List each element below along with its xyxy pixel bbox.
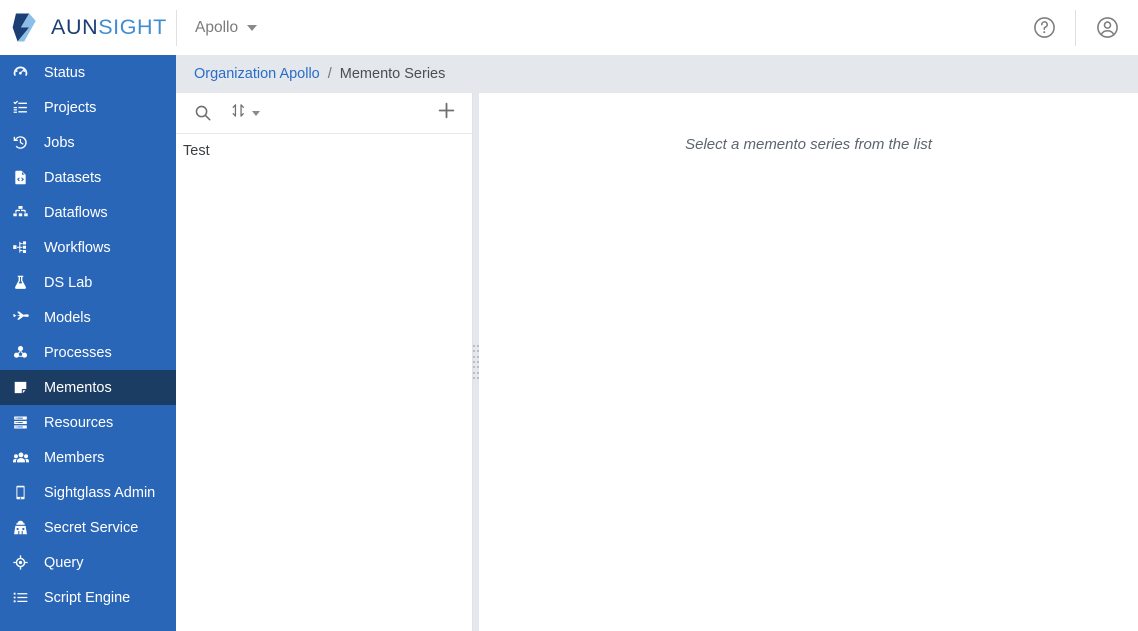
sidebar-item-secret-service[interactable]: Secret Service (0, 510, 176, 545)
sort-icon (230, 102, 247, 124)
sidebar-item-datasets[interactable]: Datasets (0, 160, 176, 195)
sidebar-item-label: Status (44, 64, 86, 81)
sidebar-item-label: Workflows (44, 239, 111, 256)
breadcrumb: Organization Apollo / Memento Series (176, 55, 1138, 93)
users-icon (12, 449, 38, 467)
sidebar-item-label: Query (44, 554, 84, 571)
sidebar-item-dataflows[interactable]: Dataflows (0, 195, 176, 230)
brand-name-part2: SIGHT (98, 15, 167, 39)
org-selector-label: Apollo (195, 18, 239, 36)
user-secret-icon (12, 519, 38, 536)
empty-state-message: Select a memento series from the list (685, 136, 932, 153)
chevron-down-icon (247, 24, 258, 31)
tablet-icon (12, 484, 38, 501)
breadcrumb-current: Memento Series (339, 66, 446, 82)
breadcrumb-separator: / (327, 66, 332, 82)
list-item[interactable]: Test (176, 134, 472, 168)
list-toolbar (176, 93, 472, 134)
account-button[interactable] (1076, 0, 1138, 55)
brand-name-part1: AUN (51, 15, 99, 39)
cubes-icon (12, 344, 38, 361)
breadcrumb-link-organization[interactable]: Organization Apollo (194, 66, 320, 82)
sidebar-item-workflows[interactable]: Workflows (0, 230, 176, 265)
sidebar: Status Projects Jobs Datasets Dataflows (0, 55, 176, 631)
memento-series-detail-panel: Select a memento series from the list (479, 93, 1138, 631)
plane-icon (12, 309, 38, 327)
tasks-list-icon (12, 99, 38, 116)
gauge-icon (12, 64, 38, 81)
memento-series-rows: Test (176, 134, 472, 168)
sidebar-item-members[interactable]: Members (0, 440, 176, 475)
sidebar-item-label: Resources (44, 414, 114, 431)
sidebar-item-query[interactable]: Query (0, 545, 176, 580)
sidebar-item-label: Mementos (44, 379, 112, 396)
list-item-label: Test (183, 143, 210, 159)
sidebar-item-label: Dataflows (44, 204, 108, 221)
sidebar-item-jobs[interactable]: Jobs (0, 125, 176, 160)
sidebar-item-models[interactable]: Models (0, 300, 176, 335)
sidebar-item-label: DS Lab (44, 274, 93, 291)
aunsight-logo-icon (11, 11, 44, 44)
list-icon (12, 589, 38, 606)
sidebar-item-label: Jobs (44, 134, 75, 151)
plus-icon (435, 99, 458, 127)
help-circle-icon (1032, 15, 1057, 40)
memento-series-list-panel: Test (176, 93, 473, 631)
add-memento-series-button[interactable] (434, 101, 458, 125)
sidebar-item-script-engine[interactable]: Script Engine (0, 580, 176, 615)
flask-icon (12, 274, 38, 291)
sidebar-item-resources[interactable]: Resources (0, 405, 176, 440)
sidebar-item-label: Members (44, 449, 105, 466)
sidebar-item-label: Processes (44, 344, 112, 361)
app-root: AUNSIGHT Apollo Status Projects Jobs Dat… (0, 0, 1138, 631)
sitemap-icon (12, 204, 38, 221)
history-clock-icon (12, 134, 38, 151)
sidebar-item-label: Sightglass Admin (44, 484, 156, 501)
sort-control[interactable] (230, 102, 260, 124)
sidebar-item-label: Projects (44, 99, 97, 116)
user-circle-icon (1095, 15, 1120, 40)
sidebar-item-mementos[interactable]: Mementos (0, 370, 176, 405)
sidebar-item-ds-lab[interactable]: DS Lab (0, 265, 176, 300)
sidebar-item-label: Secret Service (44, 519, 139, 536)
file-code-icon (12, 169, 38, 186)
chevron-down-icon (252, 110, 260, 116)
sidebar-item-sightglass-admin[interactable]: Sightglass Admin (0, 475, 176, 510)
top-bar: AUNSIGHT Apollo (0, 0, 1138, 55)
brand-name: AUNSIGHT (51, 15, 167, 40)
sidebar-item-label: Datasets (44, 169, 102, 186)
search-icon[interactable] (192, 102, 214, 124)
help-button[interactable] (1013, 0, 1075, 55)
crosshairs-icon (12, 554, 38, 571)
org-selector[interactable]: Apollo (177, 0, 273, 55)
sidebar-item-status[interactable]: Status (0, 55, 176, 90)
server-icon (12, 414, 38, 431)
sidebar-item-label: Script Engine (44, 589, 131, 606)
sidebar-item-projects[interactable]: Projects (0, 90, 176, 125)
brand-logo[interactable]: AUNSIGHT (0, 0, 176, 55)
sidebar-item-processes[interactable]: Processes (0, 335, 176, 370)
sidebar-item-label: Models (44, 309, 91, 326)
sticky-note-icon (12, 379, 38, 396)
project-diagram-icon (12, 239, 38, 256)
